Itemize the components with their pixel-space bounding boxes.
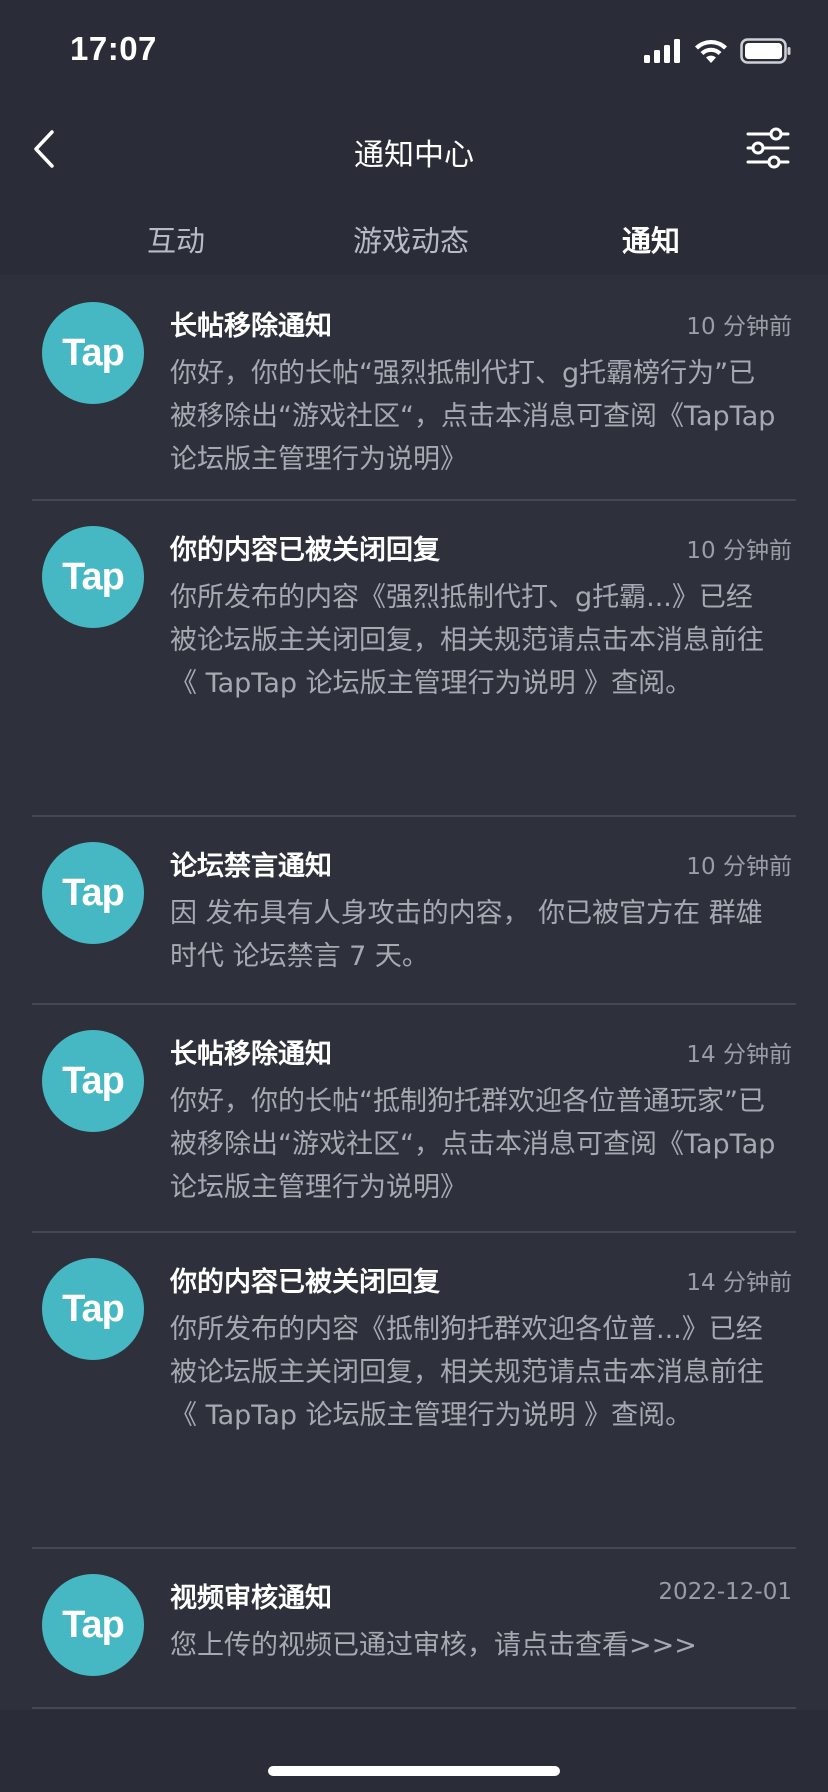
notification-time: 10 分钟前 bbox=[686, 854, 792, 880]
tab-bar: 互动 游戏动态 通知 bbox=[0, 212, 828, 284]
notification-body: 因 发布具有人身攻击的内容， 你已被官方在 群雄时代 论坛禁言 7 天。 bbox=[170, 898, 763, 972]
avatar: Tap bbox=[42, 1258, 144, 1360]
notification-title: 你的内容已被关闭回复 bbox=[170, 535, 440, 566]
page-title: 通知中心 bbox=[354, 138, 474, 173]
status-icons bbox=[644, 38, 792, 64]
avatar: Tap bbox=[42, 526, 144, 628]
home-indicator[interactable] bbox=[268, 1766, 560, 1776]
taptap-logo: Tap bbox=[62, 871, 125, 914]
bottom-safe-area bbox=[0, 1710, 828, 1792]
tab-notifications[interactable]: 通知 bbox=[622, 218, 680, 260]
nav-bar: 通知中心 互动 游戏动态 通知 bbox=[0, 100, 828, 284]
notification-time: 10 分钟前 bbox=[686, 314, 792, 340]
status-time: 17:07 bbox=[70, 30, 157, 67]
notification-body: 你所发布的内容《强烈抵制代打、g托霸...》已经被论坛版主关闭回复，相关规范请点… bbox=[170, 582, 764, 699]
taptap-logo: Tap bbox=[62, 1603, 125, 1646]
avatar: Tap bbox=[42, 1030, 144, 1132]
tab-interaction[interactable]: 互动 bbox=[147, 218, 205, 260]
notification-title: 长帖移除通知 bbox=[170, 1039, 332, 1070]
wifi-icon bbox=[695, 39, 727, 63]
taptap-logo: Tap bbox=[62, 555, 125, 598]
taptap-logo: Tap bbox=[62, 1287, 125, 1330]
notification-body: 你好，你的长帖“强烈抵制代打、g托霸榜行为”已被移除出“游戏社区“，点击本消息可… bbox=[170, 358, 776, 475]
notification-item[interactable]: Tap 视频审核通知 2022-12-01 您上传的视频已通过审核，请点击查看>… bbox=[0, 1549, 828, 1709]
notification-time: 10 分钟前 bbox=[686, 538, 792, 564]
notification-time: 2022-12-01 bbox=[658, 1579, 792, 1605]
notification-item[interactable]: Tap 你的内容已被关闭回复 14 分钟前 你所发布的内容《抵制狗托群欢迎各位普… bbox=[0, 1233, 828, 1549]
notification-item[interactable]: Tap 长帖移除通知 10 分钟前 你好，你的长帖“强烈抵制代打、g托霸榜行为”… bbox=[0, 275, 828, 501]
battery-icon bbox=[740, 38, 791, 64]
signal-icon bbox=[644, 39, 680, 63]
notification-title: 你的内容已被关闭回复 bbox=[170, 1267, 440, 1298]
notification-body: 你所发布的内容《抵制狗托群欢迎各位普...》已经被论坛版主关闭回复，相关规范请点… bbox=[170, 1314, 764, 1431]
notification-list: Tap 长帖移除通知 10 分钟前 你好，你的长帖“强烈抵制代打、g托霸榜行为”… bbox=[0, 275, 828, 1710]
notification-title: 长帖移除通知 bbox=[170, 311, 332, 342]
sliders-icon bbox=[746, 127, 790, 169]
notification-time: 14 分钟前 bbox=[686, 1270, 792, 1296]
notification-item[interactable]: Tap 长帖移除通知 14 分钟前 你好，你的长帖“抵制狗托群欢迎各位普通玩家”… bbox=[0, 1005, 828, 1233]
notification-body: 您上传的视频已通过审核，请点击查看>>> bbox=[170, 1630, 697, 1661]
tab-game-updates[interactable]: 游戏动态 bbox=[353, 218, 469, 260]
notification-item[interactable]: Tap 你的内容已被关闭回复 10 分钟前 你所发布的内容《强烈抵制代打、g托霸… bbox=[0, 501, 828, 817]
notification-time: 14 分钟前 bbox=[686, 1042, 792, 1068]
divider bbox=[32, 1707, 796, 1709]
avatar: Tap bbox=[42, 842, 144, 944]
filter-button[interactable] bbox=[744, 124, 792, 172]
taptap-logo: Tap bbox=[62, 331, 125, 374]
notification-title: 视频审核通知 bbox=[170, 1583, 332, 1614]
notification-item[interactable]: Tap 论坛禁言通知 10 分钟前 因 发布具有人身攻击的内容， 你已被官方在 … bbox=[0, 817, 828, 1005]
status-bar: 17:07 bbox=[0, 0, 828, 100]
notification-body: 你好，你的长帖“抵制狗托群欢迎各位普通玩家”已被移除出“游戏社区“，点击本消息可… bbox=[170, 1086, 776, 1203]
avatar: Tap bbox=[42, 1574, 144, 1676]
taptap-logo: Tap bbox=[62, 1059, 125, 1102]
notification-title: 论坛禁言通知 bbox=[170, 851, 332, 882]
avatar: Tap bbox=[42, 302, 144, 404]
